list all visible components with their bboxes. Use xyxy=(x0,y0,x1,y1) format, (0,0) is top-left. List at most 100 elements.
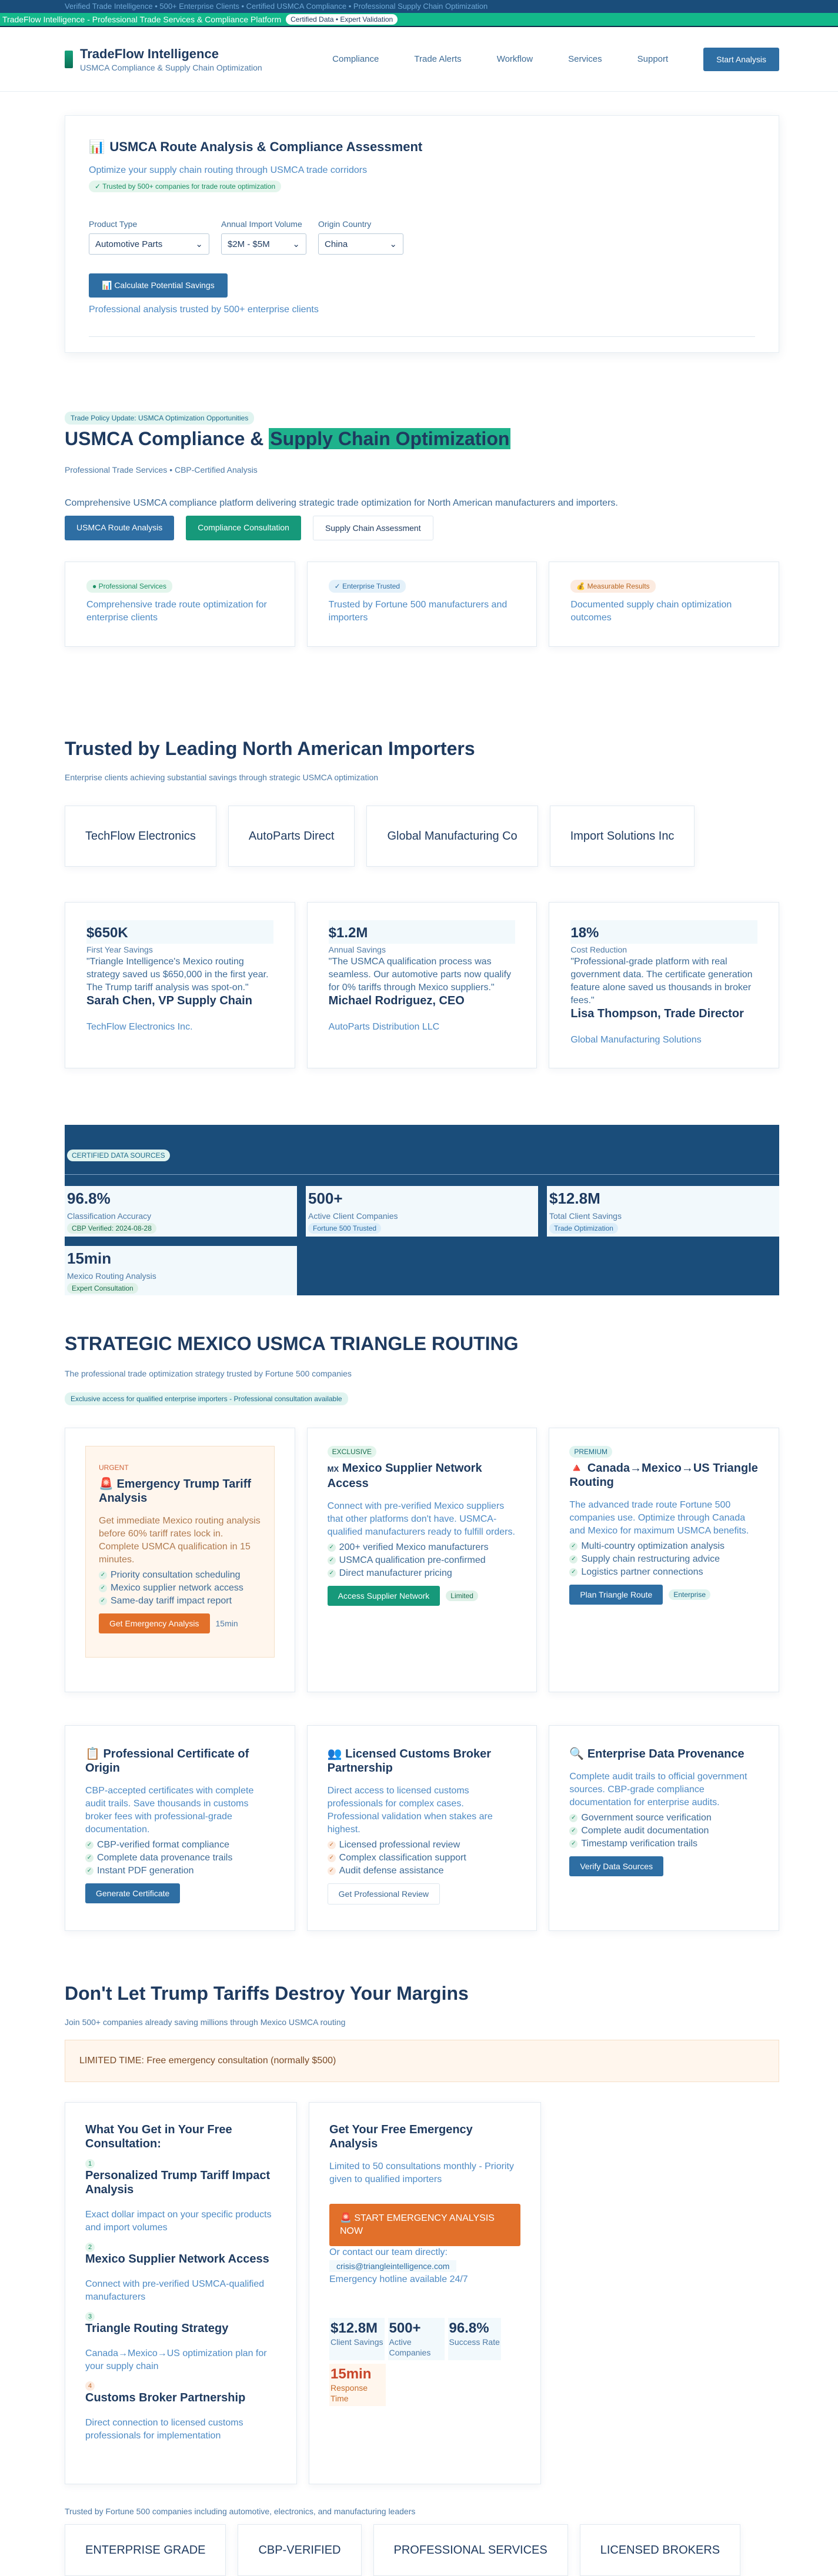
list-item: ✓ CBP-verified format compliance xyxy=(85,1839,275,1852)
list-item-text: Same-day tariff impact report xyxy=(111,1596,232,1606)
urgent-badge: URGENT xyxy=(99,1464,129,1472)
emergency-analysis-button[interactable]: Get Emergency Analysis xyxy=(99,1613,210,1633)
origin-country-select[interactable]: China ⌄ xyxy=(318,233,403,255)
feature-card: ● Professional Services Comprehensive tr… xyxy=(65,562,295,647)
product-type-label: Product Type xyxy=(89,219,138,229)
list-item-text: Priority consultation scheduling xyxy=(111,1570,241,1580)
feature-card: 💰 Measurable Results Documented supply c… xyxy=(549,562,780,647)
list-item: ✓ Instant PDF generation xyxy=(85,1865,275,1877)
generate-certificate-button[interactable]: Generate Certificate xyxy=(85,1883,181,1903)
calculate-savings-button[interactable]: 📊 Calculate Potential Savings xyxy=(89,273,228,298)
mini-stat: 500+ Active Companies xyxy=(388,2318,445,2360)
list-item: ✓ Licensed professional review xyxy=(327,1839,517,1852)
feature-chip-label: Enterprise Trusted xyxy=(342,582,400,590)
origin-country-group: Origin Country China ⌄ xyxy=(318,219,403,255)
testimonial-value: 18% xyxy=(570,925,599,941)
premium-badge: PREMIUM xyxy=(569,1446,613,1458)
hero-title: USMCA Compliance & Supply Chain Optimiza… xyxy=(65,428,779,450)
service-desc: Connect with pre-verified Mexico supplie… xyxy=(327,1501,515,1537)
data-stat-value: 15min xyxy=(67,1249,112,1267)
nav-support[interactable]: Support xyxy=(637,54,669,64)
check-icon: ✓ xyxy=(569,1827,578,1835)
mini-stat-value: 96.8% xyxy=(449,2320,489,2336)
data-stat-label: Classification Accuracy xyxy=(67,1211,152,1221)
exclusive-access-chip: Exclusive access for qualified enterpris… xyxy=(65,1392,348,1405)
service-title-text: Canada→Mexico→US Triangle Routing xyxy=(569,1462,758,1489)
import-volume-group: Annual Import Volume $2M - $5M ⌄ xyxy=(221,219,306,255)
feature-chip-label: Professional Services xyxy=(98,582,166,590)
client-logo: TechFlow Electronics xyxy=(65,806,216,867)
import-volume-select[interactable]: $2M - $5M ⌄ xyxy=(221,233,306,255)
data-stat-value: 96.8% xyxy=(67,1190,111,1207)
analysis-divider xyxy=(89,336,755,337)
service-card-triangle: PREMIUM 🔺 Canada→Mexico→US Triangle Rout… xyxy=(549,1428,780,1692)
platform-ribbon-text: TradeFlow Intelligence - Professional Tr… xyxy=(2,15,282,24)
product-type-select[interactable]: Automotive Parts ⌄ xyxy=(89,233,209,255)
nav-workflow[interactable]: Workflow xyxy=(497,54,533,64)
list-item: ✓ Complete data provenance trails xyxy=(85,1852,275,1865)
professional-review-button[interactable]: Get Professional Review xyxy=(327,1883,440,1905)
step-desc: Exact dollar impact on your specific pro… xyxy=(85,2210,272,2233)
contact-label: Or contact our team directly: xyxy=(329,2247,448,2257)
supply-chain-assessment-button[interactable]: Supply Chain Assessment xyxy=(312,516,433,540)
service-card-provenance: 🔍 Enterprise Data Provenance Complete au… xyxy=(549,1725,780,1931)
list-item: ✓ Logistics partner connections xyxy=(569,1566,759,1579)
start-emergency-analysis-button[interactable]: 🚨 START EMERGENCY ANALYSIS NOW xyxy=(329,2204,520,2246)
service-list: ✓ Priority consultation scheduling ✓ Mexic… xyxy=(99,1569,261,1608)
nav-trade-alerts[interactable]: Trade Alerts xyxy=(414,54,461,64)
step-number: 4 xyxy=(85,2381,95,2391)
service-card-emergency: URGENT 🚨 Emergency Trump Tariff Analysis… xyxy=(65,1428,295,1692)
brand[interactable]: TradeFlow Intelligence USMCA Compliance … xyxy=(65,46,262,72)
plan-triangle-route-button[interactable]: Plan Triangle Route xyxy=(569,1585,663,1605)
access-supplier-network-button[interactable]: Access Supplier Network xyxy=(327,1586,440,1606)
hero-meta: Professional Trade Services • CBP-Certif… xyxy=(65,465,258,475)
service-list: ✓ CBP-verified format compliance ✓ Complet… xyxy=(85,1839,275,1877)
chevron-down-icon: ⌄ xyxy=(292,239,300,249)
testimonial-author: Sarah Chen, VP Supply Chain xyxy=(86,994,252,1007)
mexico-flag-icon: MX xyxy=(327,1465,339,1474)
client-logo: Import Solutions Inc xyxy=(549,806,695,867)
analysis-note: Professional analysis trusted by 500+ en… xyxy=(89,305,319,315)
main-nav: Compliance Trade Alerts Workflow Service… xyxy=(332,47,779,71)
analysis-section: 📊 USMCA Route Analysis & Compliance Asse… xyxy=(0,92,838,353)
check-icon: ✓ xyxy=(569,1840,578,1848)
testimonial-row: $650K First Year Savings "Triangle Intel… xyxy=(65,902,780,1068)
data-stat-tag: Fortune 500 Trusted xyxy=(308,1223,382,1234)
start-analysis-button[interactable]: Start Analysis xyxy=(703,47,779,71)
feature-chip-label: Measurable Results xyxy=(587,582,650,590)
service-title-text: Professional Certificate of Origin xyxy=(85,1748,249,1775)
check-icon: ✓ xyxy=(327,1543,336,1552)
check-icon: ✓ xyxy=(327,1867,336,1875)
exclusive-badge: EXCLUSIVE xyxy=(327,1446,377,1458)
nav-compliance[interactable]: Compliance xyxy=(332,54,379,64)
verify-data-sources-button[interactable]: Verify Data Sources xyxy=(569,1856,664,1876)
step-title: Triangle Routing Strategy xyxy=(85,2322,229,2335)
feature-chip: ● Professional Services xyxy=(86,580,172,593)
trust-tag: ✓ Trusted by 500+ companies for trade ro… xyxy=(89,181,282,192)
data-stat: 15min Mexico Routing Analysis Expert Con… xyxy=(65,1246,297,1295)
import-volume-label: Annual Import Volume xyxy=(221,219,302,229)
service-title: MX Mexico Supplier Network Access xyxy=(328,1461,517,1491)
analysis-form: Product Type Automotive Parts ⌄ Annual I… xyxy=(89,219,755,255)
emergency-subtitle: Limited to 50 consultations monthly - Pr… xyxy=(329,2161,514,2184)
hotline-text: Emergency hotline available 24/7 xyxy=(329,2274,468,2284)
list-item: ✓ USMCA qualification pre-confirmed xyxy=(327,1554,517,1567)
list-item: ✓ 200+ verified Mexico manufacturers xyxy=(327,1541,517,1554)
nav-services[interactable]: Services xyxy=(568,54,602,64)
announcement-ribbon: Verified Trade Intelligence • 500+ Enter… xyxy=(0,0,838,13)
route-analysis-button[interactable]: USMCA Route Analysis xyxy=(65,516,175,540)
origin-country-value: China xyxy=(325,239,348,249)
check-icon: ✓ xyxy=(85,1867,94,1875)
list-item-text: Government source verification xyxy=(581,1813,712,1823)
check-icon: ✓ xyxy=(569,1814,578,1822)
testimonial-card: 18% Cost Reduction "Professional-grade p… xyxy=(549,902,780,1068)
certification-badge: CBP-VERIFIED xyxy=(238,2524,362,2576)
list-item: ✓ Mexico supplier network access xyxy=(99,1582,261,1595)
contact-email-link[interactable]: crisis@triangleintelligence.com xyxy=(329,2260,457,2272)
check-icon: ✓ xyxy=(99,1597,107,1605)
list-item-text: Complete data provenance trails xyxy=(97,1853,233,1863)
compliance-consultation-button[interactable]: Compliance Consultation xyxy=(186,516,301,540)
step-desc: Canada→Mexico→US optimization plan for y… xyxy=(85,2348,267,2371)
policy-update-badge: Trade Policy Update: USMCA Optimization … xyxy=(65,412,255,425)
list-item-text: Supply chain restructuring advice xyxy=(581,1554,720,1564)
